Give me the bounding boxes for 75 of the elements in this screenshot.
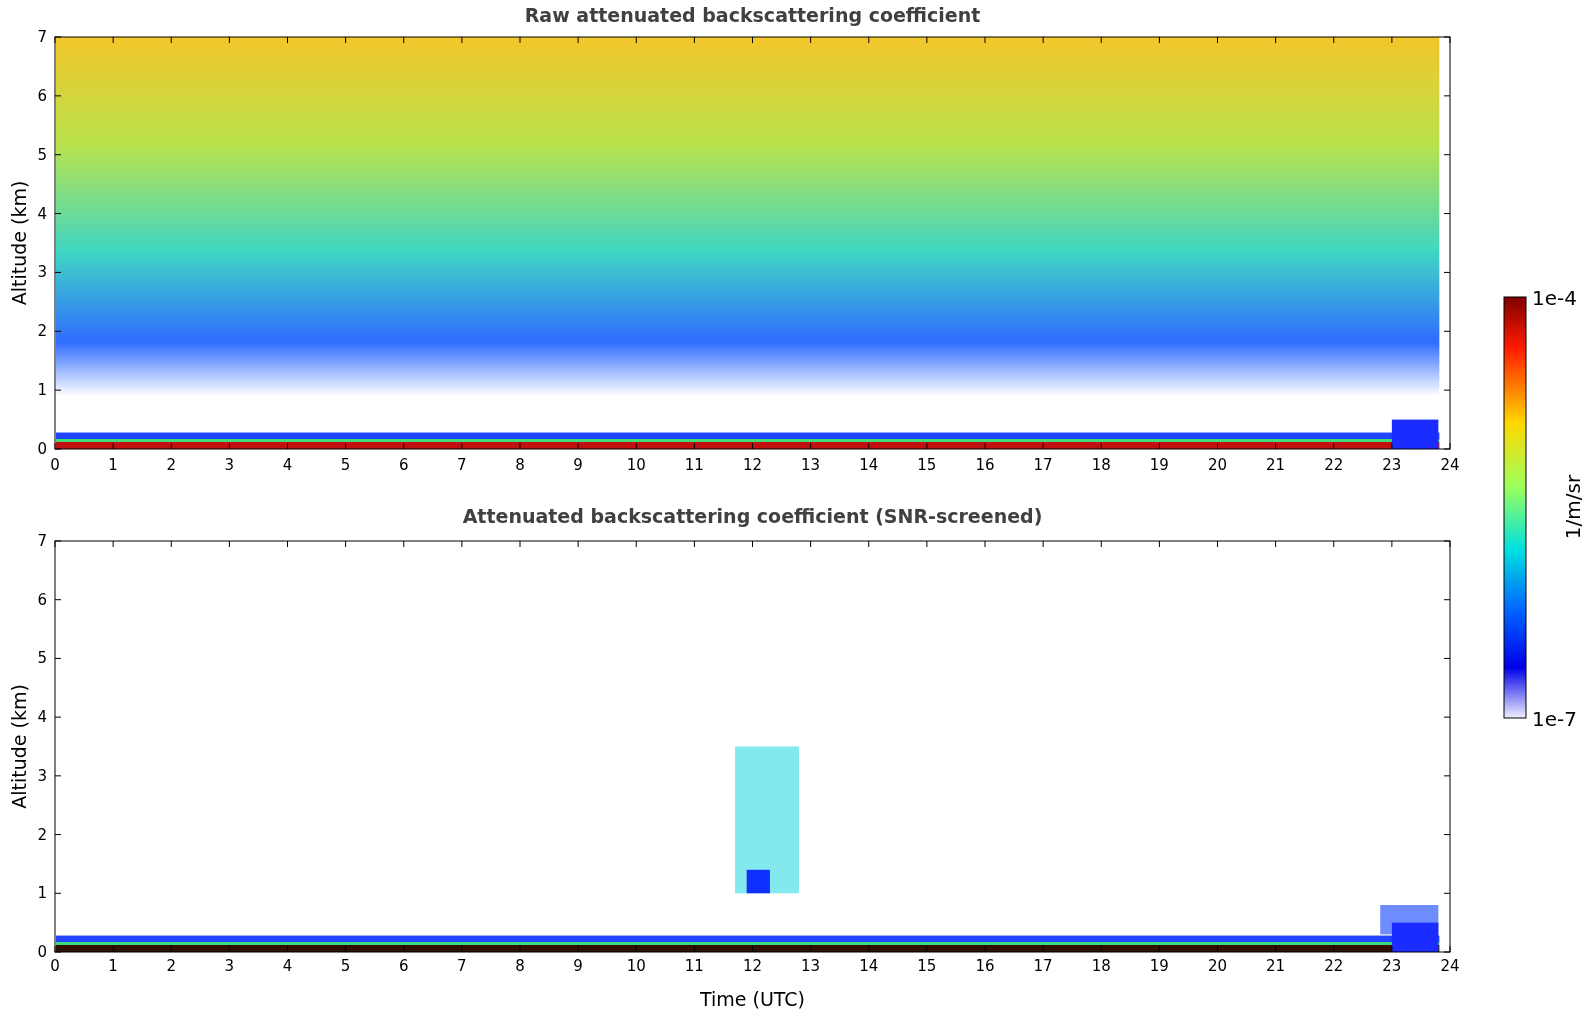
tick-label: 17 <box>1033 957 1053 975</box>
tick-label: 6 <box>37 86 47 105</box>
tick-label: 4 <box>282 957 293 975</box>
tick-label: 5 <box>340 957 351 975</box>
tick-label: 14 <box>859 957 879 975</box>
tick-label: 11 <box>684 456 704 474</box>
tick-label: 1 <box>108 957 118 975</box>
tick-label: 6 <box>399 456 409 474</box>
tick-label: 13 <box>801 957 821 975</box>
tick-label: 0 <box>50 456 60 474</box>
tick-label: 22 <box>1324 456 1344 474</box>
tick-label: 1 <box>37 884 47 903</box>
tick-label: 5 <box>340 456 351 474</box>
tick-label: 8 <box>515 957 525 975</box>
tick-label: 7 <box>457 456 467 474</box>
tick-label: 12 <box>742 456 763 474</box>
tick-label: 24 <box>1440 456 1460 474</box>
y-axis-label: Altitude (km) <box>8 180 30 306</box>
tick-label: 3 <box>37 766 47 785</box>
tick-label: 23 <box>1382 957 1402 975</box>
tick-label: 0 <box>37 943 47 961</box>
tick-label: 2 <box>37 322 47 341</box>
tick-label: 3 <box>224 957 235 975</box>
tick-label: 9 <box>573 957 583 975</box>
tick-label: 19 <box>1149 957 1169 975</box>
tick-label: 15 <box>917 456 937 474</box>
tick-label: 2 <box>37 825 47 844</box>
plot-title: Raw attenuated backscattering coefficient <box>524 4 981 26</box>
tick-label: 16 <box>975 957 995 975</box>
tick-label: 1 <box>37 381 47 400</box>
tick-label: 23 <box>1382 456 1402 474</box>
tick-label: 7 <box>457 957 467 975</box>
tick-label: 12 <box>742 957 763 975</box>
tick-label: 7 <box>37 28 47 46</box>
tick-label: 18 <box>1091 957 1111 975</box>
colorbar-min-label: 1e-7 <box>1532 707 1577 731</box>
tick-label: 14 <box>859 456 879 474</box>
tick-label: 7 <box>37 532 47 550</box>
tick-label: 5 <box>37 649 47 668</box>
tick-label: 0 <box>50 957 60 975</box>
tick-label: 16 <box>975 456 995 474</box>
tick-label: 8 <box>515 456 525 474</box>
tick-label: 24 <box>1440 957 1460 975</box>
tick-label: 21 <box>1266 957 1286 975</box>
tick-label: 20 <box>1207 957 1228 975</box>
colorbar-max-label: 1e-4 <box>1532 286 1577 310</box>
tick-label: 21 <box>1266 456 1286 474</box>
tick-label: 17 <box>1033 456 1053 474</box>
tick-label: 20 <box>1207 456 1228 474</box>
tick-label: 4 <box>37 708 47 727</box>
y-axis-label: Altitude (km) <box>8 684 30 809</box>
tick-label: 18 <box>1091 456 1111 474</box>
tick-label: 5 <box>37 145 47 164</box>
colorbar-label: 1/m/sr <box>1561 474 1585 540</box>
tick-label: 2 <box>166 957 176 975</box>
plot-title: Attenuated backscattering coefficient (SNR-screened) <box>462 505 1043 527</box>
tick-label: 6 <box>37 590 47 609</box>
tick-label: 10 <box>626 456 646 474</box>
tick-label: 0 <box>37 440 47 458</box>
tick-label: 13 <box>801 456 821 474</box>
tick-label: 4 <box>37 204 47 223</box>
tick-label: 22 <box>1324 957 1344 975</box>
boundary-layer-patch <box>1391 419 1439 449</box>
tick-label: 10 <box>626 957 646 975</box>
tick-label: 1 <box>108 456 118 474</box>
tick-label: 4 <box>282 456 293 474</box>
tick-label: 6 <box>399 957 409 975</box>
x-axis-label: Time (UTC) <box>700 988 805 1010</box>
tick-label: 19 <box>1149 456 1169 474</box>
tick-label: 2 <box>166 456 176 474</box>
tick-label: 3 <box>37 263 47 282</box>
tick-label: 15 <box>917 957 937 975</box>
tick-label: 9 <box>573 456 583 474</box>
tick-label: 3 <box>224 456 235 474</box>
tick-label: 11 <box>684 957 704 975</box>
